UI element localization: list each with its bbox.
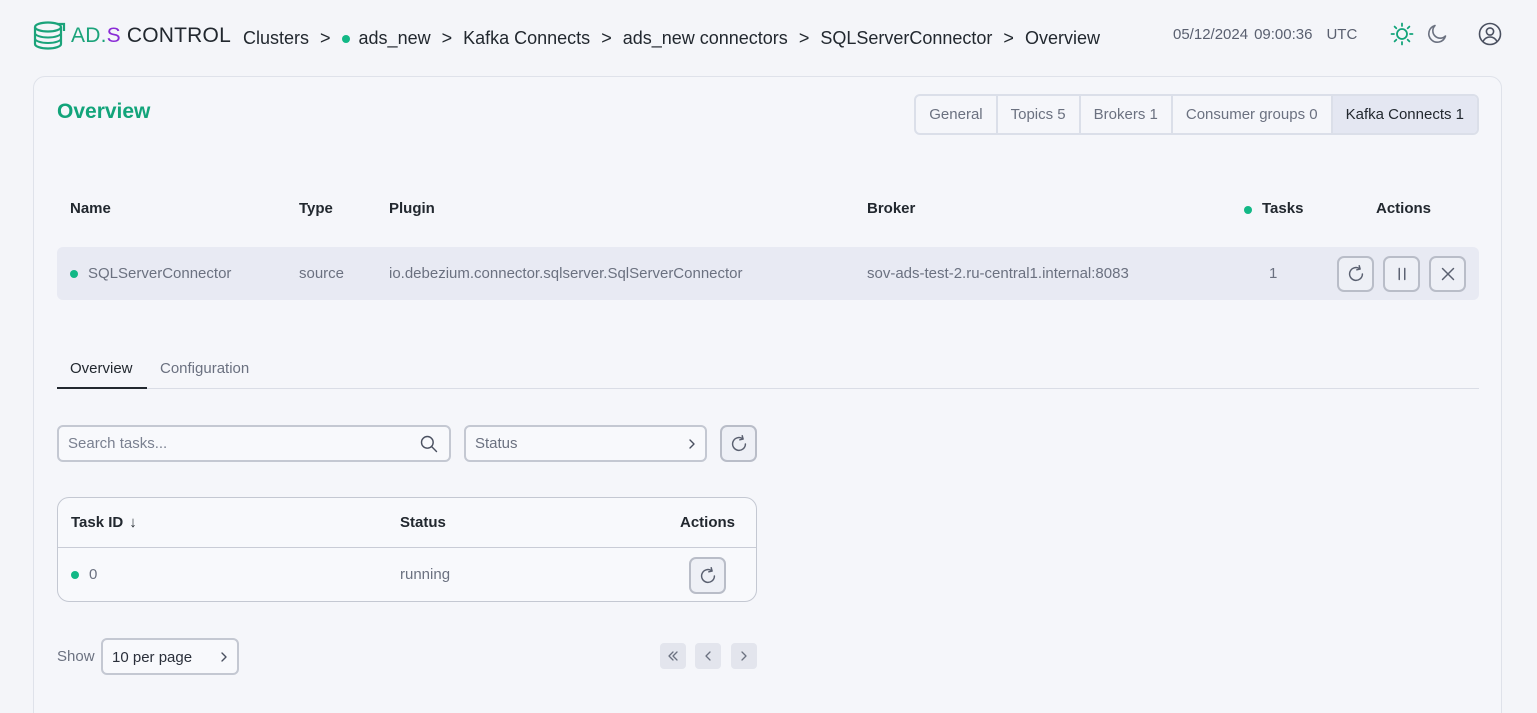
timezone-text: UTC <box>1326 26 1358 43</box>
tab-kafka-connects[interactable]: Kafka Connects 1 <box>1330 96 1477 133</box>
chevron-right-icon <box>741 651 747 661</box>
top-bar: AD.S CONTROL Clusters > ads_new > Kafka … <box>0 0 1537 76</box>
status-filter-select[interactable]: Status <box>464 425 707 462</box>
tab-configuration[interactable]: Configuration <box>160 360 249 377</box>
connector-row[interactable]: SQLServerConnector source io.debezium.co… <box>57 247 1479 300</box>
breadcrumb-separator: > <box>601 28 612 48</box>
refresh-icon <box>731 434 746 451</box>
logo-text: AD.S CONTROL <box>71 24 231 47</box>
tab-general[interactable]: General <box>916 96 995 133</box>
restart-icon <box>700 566 715 583</box>
page-title: Overview <box>57 100 151 123</box>
breadcrumb-clusters[interactable]: Clusters <box>243 28 309 49</box>
refresh-tasks-button[interactable] <box>720 425 757 462</box>
connector-sub-tabs: Overview Configuration <box>57 348 1479 389</box>
per-page-value: 10 per page <box>112 649 193 666</box>
tab-topics[interactable]: Topics 5 <box>995 96 1079 133</box>
connector-table-header: Name Type Plugin Broker Tasks Actions <box>70 200 1480 220</box>
chevron-right-icon <box>221 652 227 662</box>
breadcrumb-kafka-connects[interactable]: Kafka Connects <box>463 28 590 49</box>
pause-connector-button[interactable] <box>1383 256 1420 292</box>
column-task-id[interactable]: Task ID ↓ <box>71 514 137 531</box>
tasks-status-dot <box>1244 206 1252 214</box>
tab-consumer-groups[interactable]: Consumer groups 0 <box>1170 96 1331 133</box>
server-datetime: 05/12/2024 09:00:36 UTC <box>1173 26 1357 43</box>
cluster-status-dot <box>341 34 350 43</box>
status-filter-label: Status <box>475 435 518 452</box>
tasks-table-header: Task ID ↓ Status Actions <box>58 498 756 548</box>
column-tasks[interactable]: Tasks <box>1262 200 1303 217</box>
user-avatar-icon[interactable] <box>1478 22 1502 46</box>
search-tasks-input[interactable] <box>59 427 409 460</box>
breadcrumb-separator: > <box>1003 28 1014 48</box>
column-plugin[interactable]: Plugin <box>389 200 435 217</box>
tab-overview[interactable]: Overview <box>70 360 133 377</box>
previous-page-button[interactable] <box>695 643 721 669</box>
connector-name[interactable]: SQLServerConnector <box>88 265 231 282</box>
task-status-dot <box>71 571 79 579</box>
task-status: running <box>400 566 451 583</box>
chevron-right-icon <box>689 439 695 449</box>
column-broker[interactable]: Broker <box>867 200 915 217</box>
task-id: 0 <box>89 566 98 583</box>
breadcrumb-connectors[interactable]: ads_new connectors <box>623 28 788 49</box>
show-label: Show <box>57 648 95 665</box>
column-type[interactable]: Type <box>299 200 333 217</box>
overview-card: Overview General Topics 5 Brokers 1 Cons… <box>33 76 1502 713</box>
sort-down-arrow-icon[interactable]: ↓ <box>129 514 137 531</box>
connector-type: source <box>299 265 345 282</box>
breadcrumb-cluster[interactable]: ads_new <box>359 28 431 49</box>
tab-brokers[interactable]: Brokers 1 <box>1078 96 1171 133</box>
table-row[interactable]: 0 running <box>58 548 756 601</box>
pause-icon <box>1398 267 1405 281</box>
date-text: 05/12/2024 <box>1173 26 1249 43</box>
first-page-button[interactable] <box>660 643 686 669</box>
time-text: 09:00:36 <box>1254 26 1313 43</box>
restart-task-button[interactable] <box>689 557 726 594</box>
column-actions: Actions <box>1376 200 1432 217</box>
delete-connector-button[interactable] <box>1429 256 1466 292</box>
connector-status-dot <box>70 270 78 278</box>
moon-icon[interactable] <box>1425 22 1449 46</box>
restart-icon <box>1348 265 1363 282</box>
double-chevron-left-icon <box>668 651 678 661</box>
per-page-select[interactable]: 10 per page <box>101 638 239 675</box>
restart-connector-button[interactable] <box>1337 256 1374 292</box>
search-icon[interactable] <box>419 434 439 454</box>
breadcrumb: Clusters > ads_new > Kafka Connects > ad… <box>243 28 1100 49</box>
chevron-left-icon <box>705 651 711 661</box>
next-page-button[interactable] <box>731 643 757 669</box>
active-tab-indicator <box>57 387 147 389</box>
breadcrumb-current: Overview <box>1024 28 1100 48</box>
connector-plugin: io.debezium.connector.sqlserver.SqlServe… <box>389 265 743 282</box>
connector-tasks-count: 1 <box>1269 265 1278 282</box>
search-tasks-field[interactable] <box>57 425 451 462</box>
database-logo-icon <box>33 21 66 50</box>
sun-icon[interactable] <box>1390 22 1414 46</box>
ads-control-logo[interactable]: AD.S CONTROL <box>33 20 231 52</box>
breadcrumb-separator: > <box>798 28 810 48</box>
breadcrumb-separator: > <box>320 28 331 48</box>
column-status[interactable]: Status <box>400 514 446 531</box>
column-actions: Actions <box>680 514 736 531</box>
column-name[interactable]: Name <box>70 200 111 217</box>
close-icon <box>1441 267 1454 281</box>
connector-broker: sov-ads-test-2.ru-central1.internal:8083 <box>867 265 1129 282</box>
cluster-section-tabs: General Topics 5 Brokers 1 Consumer grou… <box>914 94 1479 135</box>
breadcrumb-separator: > <box>441 28 453 48</box>
breadcrumb-connector[interactable]: SQLServerConnector <box>820 28 992 49</box>
tasks-table: Task ID ↓ Status Actions 0 running <box>57 497 757 602</box>
